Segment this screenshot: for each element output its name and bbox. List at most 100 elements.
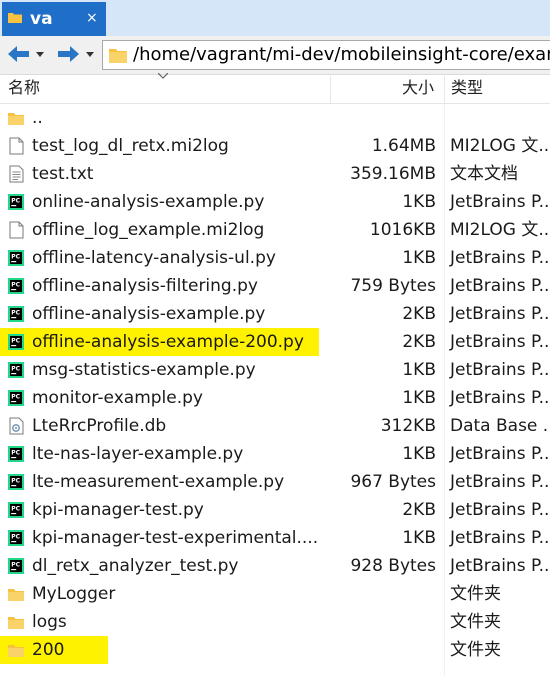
file-type: Data Base ... bbox=[450, 416, 550, 436]
tab-bar: va × bbox=[0, 0, 550, 36]
forward-arrow-icon[interactable] bbox=[55, 42, 81, 66]
file-name: 200 bbox=[32, 640, 65, 660]
folder-icon bbox=[8, 589, 24, 601]
file-row[interactable]: PC lte-measurement-example.py 967 Bytes Jet… bbox=[0, 468, 550, 496]
file-name: logs bbox=[32, 612, 67, 632]
file-type: 文本文档 bbox=[450, 164, 518, 184]
pycharm-icon: PC bbox=[8, 362, 24, 378]
file-size: 1KB bbox=[402, 444, 436, 464]
folder-icon bbox=[8, 113, 24, 125]
file-type: JetBrains P... bbox=[450, 528, 550, 548]
file-type: MI2LOG 文... bbox=[450, 136, 550, 156]
pycharm-icon: PC bbox=[8, 194, 24, 210]
file-row[interactable]: PC offline-latency-analysis-ul.py 1KB JetBr… bbox=[0, 244, 550, 272]
tab-active[interactable]: va × bbox=[2, 2, 106, 36]
column-divider[interactable] bbox=[444, 74, 445, 103]
file-row[interactable]: PC lte-nas-layer-example.py 1KB JetBrains P… bbox=[0, 440, 550, 468]
file-type: JetBrains P... bbox=[450, 248, 550, 268]
file-name: monitor-example.py bbox=[32, 388, 203, 408]
column-size[interactable]: 大小 bbox=[402, 78, 434, 98]
file-size: 312KB bbox=[380, 416, 436, 436]
pycharm-icon: PC bbox=[8, 558, 24, 574]
file-icon bbox=[9, 137, 24, 155]
file-row[interactable]: logs 文件夹 bbox=[0, 608, 550, 636]
file-size: 1.64MB bbox=[371, 136, 436, 156]
back-arrow-icon[interactable] bbox=[6, 42, 32, 66]
file-row[interactable]: PC dl_retx_analyzer_test.py 928 Bytes JetBr… bbox=[0, 552, 550, 580]
file-name: offline-latency-analysis-ul.py bbox=[32, 248, 276, 268]
folder-icon bbox=[8, 645, 24, 657]
file-name: msg-statistics-example.py bbox=[32, 360, 256, 380]
pycharm-icon: PC bbox=[8, 474, 24, 490]
file-type: JetBrains P... bbox=[450, 472, 550, 492]
file-type: JetBrains P... bbox=[450, 304, 550, 324]
file-size: 2KB bbox=[402, 500, 436, 520]
pycharm-icon: PC bbox=[8, 278, 24, 294]
file-size: 1KB bbox=[402, 388, 436, 408]
svg-text:PC: PC bbox=[11, 394, 20, 401]
text-file-icon bbox=[9, 165, 24, 183]
file-type: 文件夹 bbox=[450, 640, 501, 660]
file-size: 1KB bbox=[402, 248, 436, 268]
file-row[interactable]: PC online-analysis-example.py 1KB JetBrains… bbox=[0, 188, 550, 216]
file-row[interactable]: 200 文件夹 bbox=[0, 636, 550, 664]
file-row[interactable]: PC kpi-manager-test-experimental.... 1KB Je… bbox=[0, 524, 550, 552]
column-name[interactable]: 名称 bbox=[8, 78, 40, 98]
file-name: LteRrcProfile.db bbox=[32, 416, 167, 436]
file-type: JetBrains P... bbox=[450, 388, 550, 408]
file-size: 759 Bytes bbox=[350, 276, 436, 296]
file-size: 1KB bbox=[402, 192, 436, 212]
path-input[interactable]: /home/vagrant/mi-dev/mobileinsight-core/… bbox=[102, 40, 550, 70]
pycharm-icon: PC bbox=[8, 390, 24, 406]
file-type: JetBrains P... bbox=[450, 192, 550, 212]
parent-directory-row[interactable]: .. bbox=[0, 104, 550, 132]
svg-text:PC: PC bbox=[11, 198, 20, 205]
file-name: dl_retx_analyzer_test.py bbox=[32, 556, 239, 576]
file-row[interactable]: MyLogger 文件夹 bbox=[0, 580, 550, 608]
close-icon[interactable]: × bbox=[86, 8, 98, 28]
address-bar: /home/vagrant/mi-dev/mobileinsight-core/… bbox=[0, 36, 550, 75]
file-name: kpi-manager-test.py bbox=[32, 500, 204, 520]
file-type: JetBrains P... bbox=[450, 556, 550, 576]
svg-text:PC: PC bbox=[11, 506, 20, 513]
file-row[interactable]: PC offline-analysis-example-200.py 2KB JetB… bbox=[0, 328, 550, 356]
file-size: 1KB bbox=[402, 360, 436, 380]
file-type: JetBrains P... bbox=[450, 500, 550, 520]
pycharm-icon: PC bbox=[8, 334, 24, 350]
pycharm-icon: PC bbox=[8, 446, 24, 462]
file-type: 文件夹 bbox=[450, 584, 501, 604]
file-row[interactable]: PC offline-analysis-filtering.py 759 Bytes… bbox=[0, 272, 550, 300]
back-history-chevron-icon[interactable] bbox=[36, 52, 44, 57]
database-file-icon bbox=[9, 417, 24, 435]
file-name: kpi-manager-test-experimental.... bbox=[32, 528, 319, 548]
file-type: JetBrains P... bbox=[450, 276, 550, 296]
svg-text:PC: PC bbox=[11, 478, 20, 485]
file-row[interactable]: offline_log_example.mi2log 1016KB MI2LOG 文… bbox=[0, 216, 550, 244]
svg-text:PC: PC bbox=[11, 450, 20, 457]
forward-history-chevron-icon[interactable] bbox=[86, 52, 94, 57]
svg-text:PC: PC bbox=[11, 254, 20, 261]
file-size: 2KB bbox=[402, 304, 436, 324]
file-row[interactable]: PC monitor-example.py 1KB JetBrains P... bbox=[0, 384, 550, 412]
path-text: /home/vagrant/mi-dev/mobileinsight-core/… bbox=[133, 44, 550, 65]
column-divider[interactable] bbox=[330, 74, 331, 103]
tab-title: va bbox=[30, 9, 53, 29]
file-size: 967 Bytes bbox=[350, 472, 436, 492]
file-name: online-analysis-example.py bbox=[32, 192, 265, 212]
file-row[interactable]: PC offline-analysis-example.py 2KB JetBrain… bbox=[0, 300, 550, 328]
file-name: offline-analysis-example-200.py bbox=[32, 332, 304, 352]
file-row[interactable]: PC msg-statistics-example.py 1KB JetBrains … bbox=[0, 356, 550, 384]
svg-text:PC: PC bbox=[11, 366, 20, 373]
sort-chevron-icon[interactable] bbox=[158, 73, 168, 79]
file-type: 文件夹 bbox=[450, 612, 501, 632]
file-row[interactable]: PC kpi-manager-test.py 2KB JetBrains P... bbox=[0, 496, 550, 524]
file-row[interactable]: test.txt 359.16MB 文本文档 bbox=[0, 160, 550, 188]
file-row[interactable]: test_log_dl_retx.mi2log 1.64MB MI2LOG 文... bbox=[0, 132, 550, 160]
file-type: JetBrains P... bbox=[450, 332, 550, 352]
column-header: 名称 大小 类型 bbox=[0, 73, 550, 104]
pycharm-icon: PC bbox=[8, 530, 24, 546]
pycharm-icon: PC bbox=[8, 306, 24, 322]
file-size: 928 Bytes bbox=[350, 556, 436, 576]
column-type[interactable]: 类型 bbox=[451, 78, 483, 98]
file-row[interactable]: LteRrcProfile.db 312KB Data Base ... bbox=[0, 412, 550, 440]
